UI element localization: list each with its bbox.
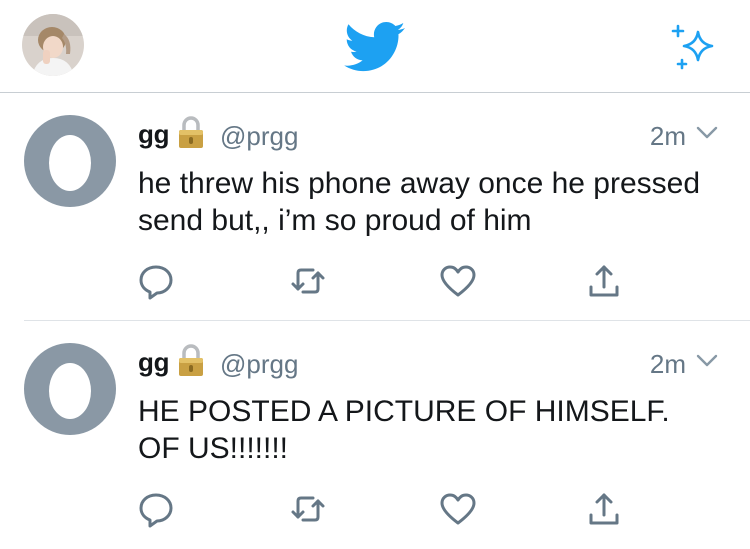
tweet[interactable]: gg @prgg 2m he threw his phone away once… xyxy=(0,93,750,321)
reply-icon[interactable] xyxy=(136,489,176,529)
heart-icon[interactable] xyxy=(438,261,478,301)
lock-icon xyxy=(179,344,203,376)
lock-icon xyxy=(179,116,203,148)
share-icon[interactable] xyxy=(584,261,624,301)
retweet-icon[interactable] xyxy=(288,489,328,529)
egg-icon xyxy=(49,135,91,191)
tweet-timestamp[interactable]: 2m xyxy=(650,349,686,380)
default-egg-avatar[interactable] xyxy=(24,343,116,435)
tweet[interactable]: gg @prgg 2m HE POSTED A PICTURE OF HIMSE… xyxy=(0,321,750,549)
user-handle[interactable]: @prgg xyxy=(220,121,298,152)
tweet-timestamp[interactable]: 2m xyxy=(650,121,686,152)
sparkle-icon[interactable] xyxy=(668,24,720,72)
tweet-text: HE POSTED A PICTURE OF HIMSELF. OF US!!!… xyxy=(138,395,670,465)
retweet-icon[interactable] xyxy=(288,261,328,301)
tweet-text: he threw his phone away once he pressed … xyxy=(138,167,701,237)
reply-icon[interactable] xyxy=(136,261,176,301)
heart-icon[interactable] xyxy=(438,489,478,529)
avatar-photo xyxy=(22,14,84,76)
chevron-down-icon[interactable] xyxy=(696,126,718,140)
tweet-actions xyxy=(0,489,750,529)
chevron-down-icon[interactable] xyxy=(696,354,718,368)
user-display-name[interactable]: gg xyxy=(138,119,169,150)
egg-icon xyxy=(49,363,91,419)
user-display-name[interactable]: gg xyxy=(138,347,169,378)
default-egg-avatar[interactable] xyxy=(24,115,116,207)
tweet-actions xyxy=(0,261,750,301)
share-icon[interactable] xyxy=(584,489,624,529)
top-header xyxy=(0,0,750,93)
twitter-bird-icon[interactable] xyxy=(344,22,406,72)
user-handle[interactable]: @prgg xyxy=(220,349,298,380)
profile-avatar[interactable] xyxy=(22,14,84,76)
